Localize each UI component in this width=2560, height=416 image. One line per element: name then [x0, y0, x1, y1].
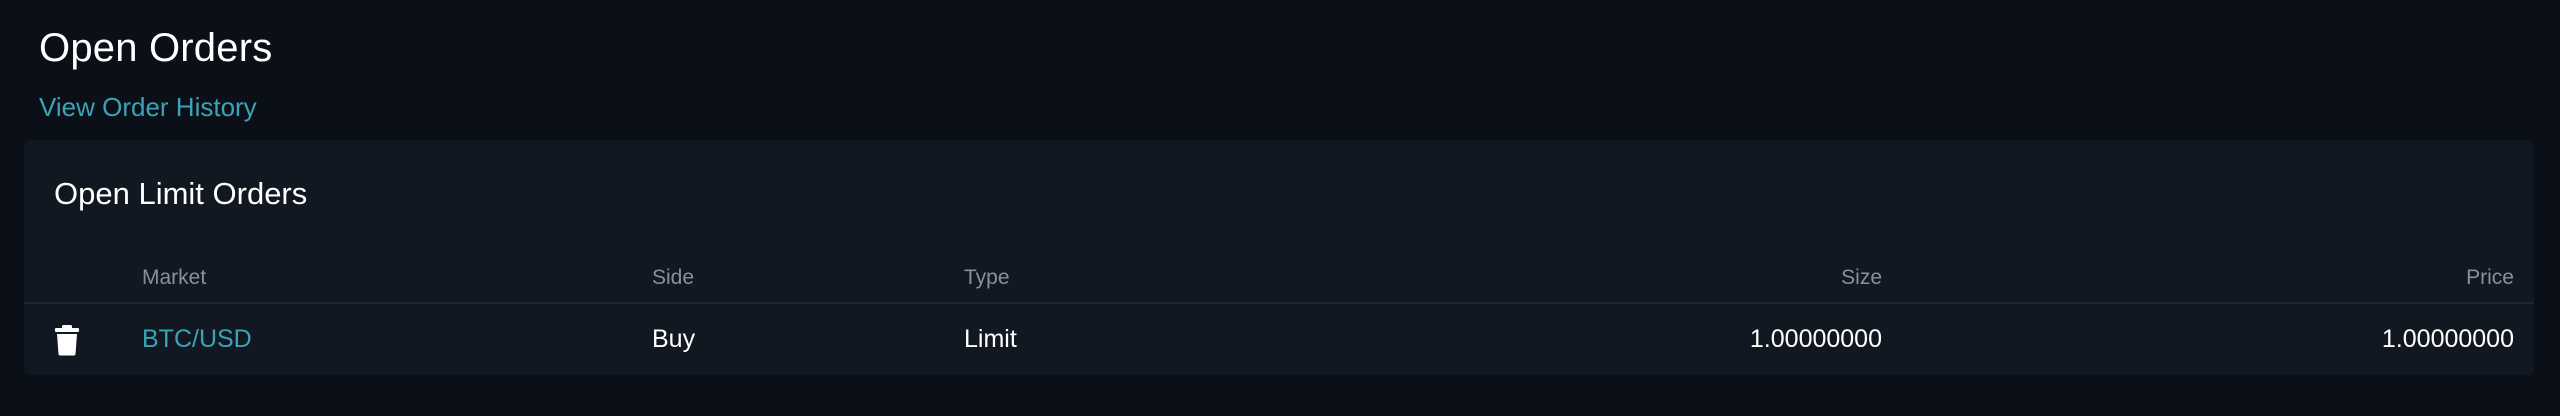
column-header-side: Side: [652, 266, 695, 289]
market-link[interactable]: BTC/USD: [142, 322, 252, 356]
card-title: Open Limit Orders: [54, 176, 308, 211]
type-cell: Limit: [964, 325, 1017, 353]
column-header-type: Type: [964, 266, 1010, 289]
column-header-market: Market: [142, 266, 207, 289]
table-row: BTC/USD Buy Limit 1.00000000 1.00000000: [24, 304, 2534, 375]
table-header: Market Side Type Size Price: [24, 258, 2534, 304]
trash-icon[interactable]: [54, 324, 80, 356]
size-cell: 1.00000000: [1749, 325, 1882, 353]
page-title: Open Orders: [39, 26, 273, 70]
price-cell: 1.00000000: [2381, 325, 2514, 353]
open-limit-orders-card: Open Limit Orders Market Side Type Size …: [24, 140, 2534, 375]
open-orders-page: Open Orders View Order History Open Limi…: [0, 0, 2560, 416]
column-header-size: Size: [1841, 266, 1882, 289]
side-cell: Buy: [652, 325, 696, 353]
column-header-price: Price: [2466, 266, 2514, 289]
view-order-history-link[interactable]: View Order History: [39, 90, 257, 124]
